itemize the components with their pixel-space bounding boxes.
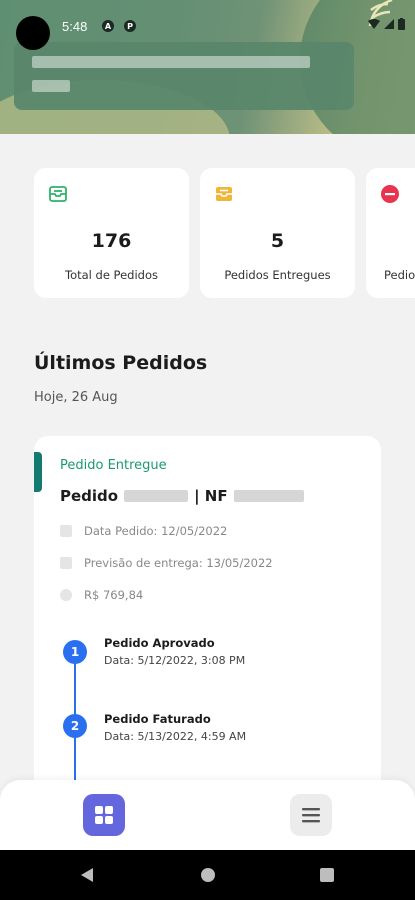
- order-title-separator: | NF: [194, 487, 228, 505]
- redacted-invoice-number: [233, 490, 304, 502]
- forecast-row: Previsão de entrega: 13/05/2022: [60, 556, 273, 570]
- coin-icon: [60, 589, 72, 601]
- redacted-text: [32, 56, 310, 68]
- order-title: Pedido | NF: [60, 487, 310, 505]
- order-date: Data Pedido: 12/05/2022: [84, 524, 228, 538]
- recents-icon[interactable]: [319, 867, 335, 883]
- grid-icon: [95, 806, 113, 824]
- minus-circle-icon: [381, 185, 399, 203]
- nav-menu-button[interactable]: [290, 794, 332, 836]
- delivery-forecast: Previsão de entrega: 13/05/2022: [84, 556, 273, 570]
- order-status: Pedido Entregue: [60, 458, 167, 473]
- stat-label: Pedidos Entregues: [224, 268, 331, 282]
- inbox-icon: [49, 186, 67, 202]
- system-navigation-bar: [0, 850, 415, 900]
- stat-label: Pedio: [384, 268, 415, 282]
- battery-icon: [398, 18, 405, 30]
- stat-card-cancelled[interactable]: Pedio: [366, 168, 415, 298]
- signal-icon: [384, 19, 394, 29]
- stats-carousel[interactable]: 176 Total de Pedidos 5 Pedidos Entregues…: [34, 168, 415, 298]
- stat-card-delivered[interactable]: 5 Pedidos Entregues: [200, 168, 355, 298]
- system-icons: [368, 18, 405, 30]
- welcome-card: [14, 42, 354, 110]
- calendar-icon: [60, 525, 72, 537]
- stat-value: 5: [270, 230, 285, 252]
- redacted-order-number: [124, 490, 189, 502]
- timeline-step-1-dot: 1: [63, 640, 87, 664]
- stat-card-total[interactable]: 176 Total de Pedidos: [34, 168, 189, 298]
- order-amount: R$ 769,84: [84, 588, 144, 602]
- timeline-step-2-dot: 2: [63, 714, 87, 738]
- amount-row: R$ 769,84: [60, 588, 143, 602]
- notification-icon: P: [124, 20, 136, 32]
- bottom-nav: [0, 780, 415, 850]
- timeline-step-title: Pedido Aprovado: [104, 636, 215, 650]
- hamburger-menu-icon: [302, 808, 320, 823]
- status-accent-bar: [34, 452, 42, 492]
- timeline-step-title: Pedido Faturado: [104, 712, 211, 726]
- notification-icon: A: [102, 20, 114, 32]
- section-date: Hoje, 26 Aug: [34, 390, 118, 405]
- status-bar: 5:48 A P: [0, 0, 415, 50]
- stat-label: Total de Pedidos: [65, 268, 158, 282]
- calendar-icon: [60, 557, 72, 569]
- back-icon[interactable]: [79, 867, 95, 883]
- timeline-step-date: Data: 5/13/2022, 4:59 AM: [104, 730, 247, 743]
- home-icon[interactable]: [200, 867, 216, 883]
- order-date-row: Data Pedido: 12/05/2022: [60, 524, 227, 538]
- camera-cutout: [16, 16, 50, 50]
- nav-dashboard-button[interactable]: [83, 794, 125, 836]
- wifi-icon: [368, 19, 380, 29]
- timeline-step-date: Data: 5/12/2022, 3:08 PM: [104, 654, 246, 667]
- stat-value: 176: [91, 230, 132, 252]
- redacted-text: [32, 80, 70, 92]
- section-title: Últimos Pedidos: [34, 352, 208, 374]
- order-card[interactable]: Pedido Entregue Pedido | NF Data Pedido:…: [34, 436, 381, 796]
- order-title-prefix: Pedido: [60, 487, 119, 505]
- status-time: 5:48: [62, 19, 88, 34]
- tray-icon: [216, 187, 232, 201]
